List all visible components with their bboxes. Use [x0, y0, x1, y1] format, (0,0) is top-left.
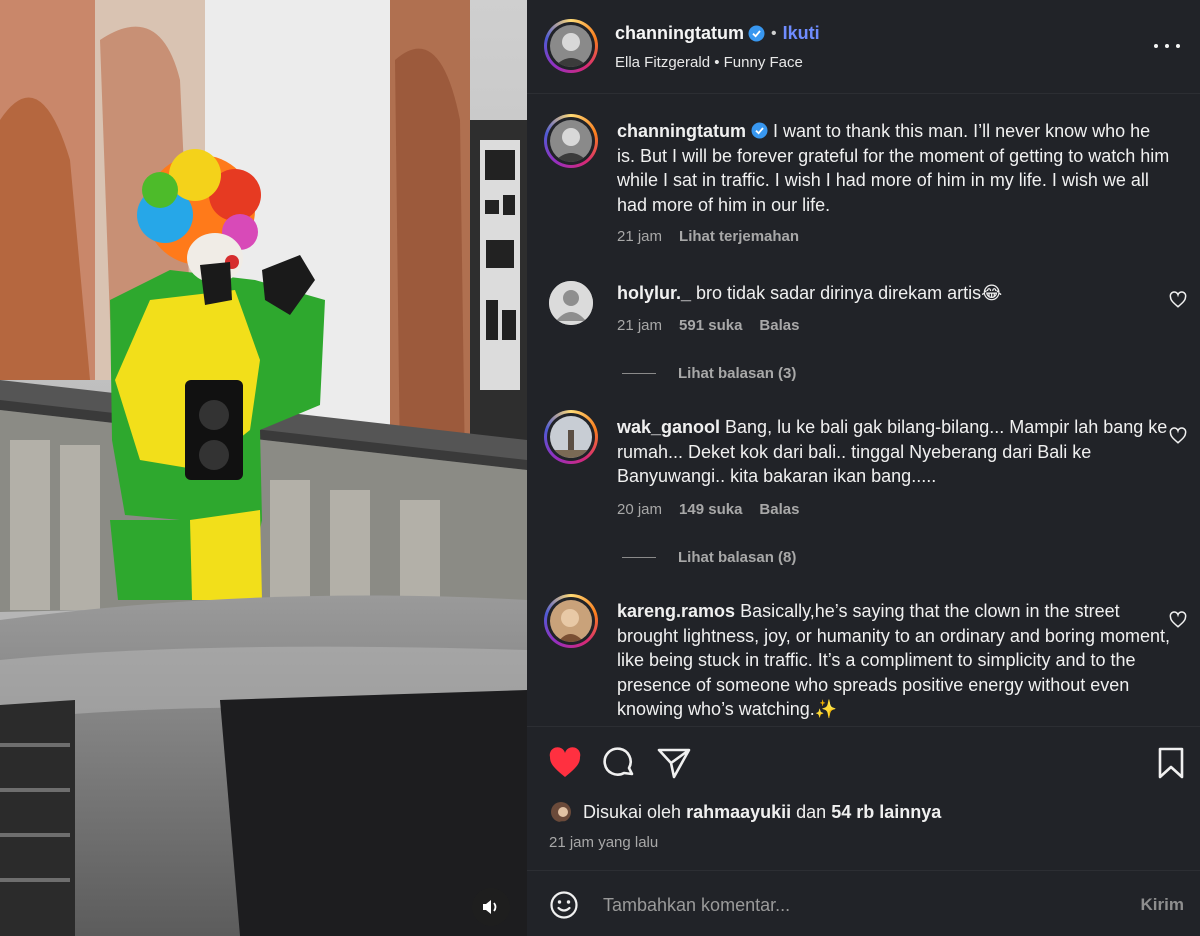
commenter-avatar[interactable] — [544, 594, 598, 648]
emoji-icon[interactable] — [549, 890, 579, 920]
comment-emoji: ✨ — [814, 699, 838, 719]
verified-badge-icon — [748, 25, 765, 42]
post-header: channingtatum • Ikuti Ella Fitzgerald • … — [527, 0, 1200, 94]
view-replies-button[interactable]: Lihat balasan (8) — [622, 549, 796, 566]
post-video[interactable] — [0, 0, 527, 936]
view-replies-label: Lihat balasan (3) — [678, 365, 797, 382]
comment-username[interactable]: kareng.ramos — [617, 601, 735, 621]
comment-username[interactable]: wak_ganool — [617, 417, 720, 437]
reply-button[interactable]: Balas — [759, 317, 799, 334]
share-icon[interactable] — [656, 746, 692, 780]
separator-dot: • — [771, 24, 777, 42]
reply-button[interactable]: Balas — [759, 501, 799, 518]
comments-list[interactable]: channingtatum I want to thank this man. I… — [527, 94, 1200, 726]
more-options-button[interactable] — [1154, 36, 1180, 56]
replies-divider — [622, 557, 656, 558]
comment-text: bro tidak sadar dirinya direkam artis — [696, 283, 982, 303]
more-icon-dot — [1165, 44, 1169, 48]
caption-time[interactable]: 21 jam — [617, 228, 662, 245]
audio-info[interactable]: Ella Fitzgerald • Funny Face — [615, 54, 803, 71]
caption-meta: 21 jam Lihat terjemahan — [617, 228, 799, 245]
speaker-icon — [483, 900, 497, 914]
liker-avatar — [549, 800, 573, 824]
comment-input[interactable] — [603, 891, 1103, 919]
heart-outline-icon[interactable] — [1169, 611, 1187, 629]
comment-emoji: 😂 — [981, 283, 1003, 303]
caption-avatar[interactable] — [544, 114, 598, 168]
comment-icon[interactable] — [602, 746, 638, 780]
comment-text-block: kareng.ramos Basically,he’s saying that t… — [617, 599, 1172, 722]
comment-time[interactable]: 20 jam — [617, 501, 662, 518]
likes-prefix: Disukai oleh — [583, 801, 682, 822]
comment-text-block: holylur._ bro tidak sadar dirinya direkam… — [617, 281, 1172, 306]
post-comment-button[interactable]: Kirim — [1141, 895, 1184, 915]
follow-button[interactable]: Ikuti — [783, 23, 820, 44]
video-frame — [0, 0, 527, 936]
comment-text-block: wak_ganool Bang, lu ke bali gak bilang-bi… — [617, 415, 1172, 489]
comment-likes[interactable]: 149 suka — [679, 501, 742, 518]
post-timestamp[interactable]: 21 jam yang lalu — [549, 834, 658, 851]
add-comment-bar: Kirim — [527, 870, 1200, 936]
likes-conj: dan — [796, 801, 827, 822]
comment-likes[interactable]: 591 suka — [679, 317, 742, 334]
caption-text-block: channingtatum I want to thank this man. I… — [617, 119, 1172, 217]
comment-meta: 20 jam 149 suka Balas — [617, 501, 799, 518]
verified-badge-icon — [751, 122, 768, 139]
heart-outline-icon[interactable] — [1169, 291, 1187, 309]
view-replies-label: Lihat balasan (8) — [678, 549, 797, 566]
post-actions — [527, 726, 1200, 796]
separator-dot: • — [714, 54, 724, 71]
post-details-panel: channingtatum • Ikuti Ella Fitzgerald • … — [527, 0, 1200, 936]
author-username[interactable]: channingtatum — [615, 23, 744, 44]
instagram-post: channingtatum • Ikuti Ella Fitzgerald • … — [0, 0, 1200, 936]
bookmark-icon[interactable] — [1153, 746, 1189, 780]
author-avatar[interactable] — [544, 19, 598, 73]
caption-username[interactable]: channingtatum — [617, 121, 746, 141]
replies-divider — [622, 373, 656, 374]
comment-username[interactable]: holylur._ — [617, 283, 691, 303]
sound-toggle-button[interactable] — [472, 888, 510, 926]
heart-filled-icon[interactable] — [547, 746, 583, 780]
music-title: Funny Face — [723, 54, 803, 71]
see-translation-button[interactable]: Lihat terjemahan — [679, 228, 799, 245]
commenter-avatar[interactable] — [549, 281, 593, 325]
comment-time[interactable]: 21 jam — [617, 317, 662, 334]
likes-count[interactable]: 54 rb lainnya — [831, 802, 941, 823]
default-avatar-icon — [549, 281, 593, 325]
likes-summary[interactable]: Disukai oleh rahmaayukii dan 54 rb lainn… — [549, 800, 941, 824]
heart-outline-icon[interactable] — [1169, 427, 1187, 445]
liker-username[interactable]: rahmaayukii — [686, 802, 791, 823]
more-icon-dot — [1176, 44, 1180, 48]
more-icon-dot — [1154, 44, 1158, 48]
comment-meta: 21 jam 591 suka Balas — [617, 317, 799, 334]
commenter-avatar[interactable] — [544, 410, 598, 464]
view-replies-button[interactable]: Lihat balasan (3) — [622, 365, 796, 382]
music-artist: Ella Fitzgerald — [615, 54, 711, 71]
